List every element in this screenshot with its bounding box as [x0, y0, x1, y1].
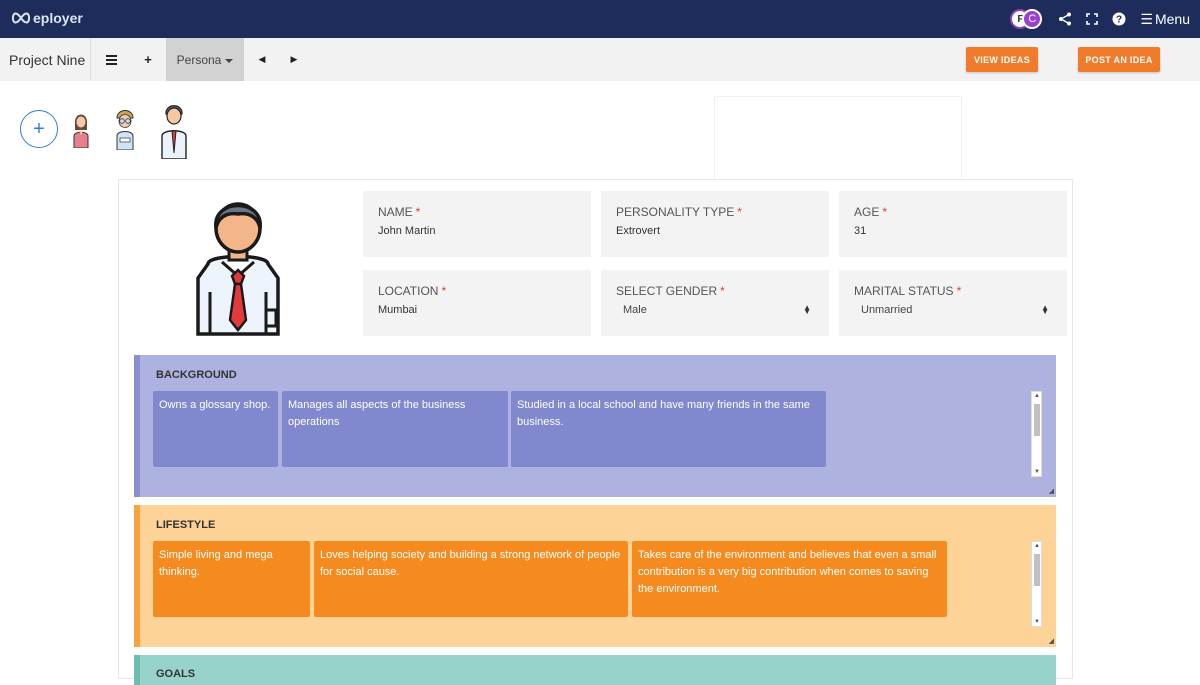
marital-status-label: MARITAL STATUS * — [854, 284, 961, 298]
view-ideas-button[interactable]: VIEW IDEAS — [966, 47, 1038, 72]
scroll-up-icon[interactable]: ▲ — [1034, 393, 1040, 399]
toolbar: Project Nine + Persona ◀ ▶ VIEW IDEAS PO… — [0, 38, 1200, 81]
project-title: Project Nine — [0, 38, 91, 81]
age-label: AGE * — [854, 205, 887, 219]
infinity-icon — [11, 12, 31, 24]
required-mark: * — [737, 205, 742, 219]
menu-button[interactable]: ☰ Menu — [1140, 11, 1190, 28]
persona-label: Persona — [176, 52, 222, 67]
background-scrollbar[interactable]: ▲ ▼ — [1031, 391, 1042, 477]
persona-dropdown[interactable]: Persona — [166, 38, 244, 81]
background-note[interactable]: Owns a glossary shop. — [153, 391, 278, 467]
personality-type-label: PERSONALITY TYPE * — [616, 205, 742, 219]
scroll-thumb[interactable] — [1034, 554, 1040, 586]
help-icon[interactable]: ? — [1112, 12, 1126, 26]
app-bar: eployer F C ? ☰ Menu — [0, 0, 1200, 38]
lifestyle-section: LIFESTYLE Simple living and mega thinkin… — [134, 505, 1056, 647]
hamburger-icon: ☰ — [1140, 10, 1153, 27]
appbar-actions: F C ? ☰ Menu — [1010, 0, 1190, 38]
lifestyle-scrollbar[interactable]: ▲ ▼ — [1031, 541, 1042, 627]
personality-type-label-text: PERSONALITY TYPE — [616, 205, 735, 219]
select-arrows-icon: ▲ ▼ — [803, 303, 811, 316]
logo-text: eployer — [33, 10, 83, 26]
previous-icon[interactable]: ◀ — [246, 38, 278, 81]
name-label-text: NAME — [378, 205, 413, 219]
list-icon[interactable] — [93, 38, 129, 81]
background-note[interactable]: Manages all aspects of the business oper… — [282, 391, 508, 467]
post-idea-button[interactable]: POST AN IDEA — [1078, 47, 1160, 72]
resize-handle-icon[interactable]: ◢ — [1049, 487, 1054, 495]
deployer-logo[interactable]: eployer — [10, 10, 83, 26]
collaborator-avatar-2[interactable]: C — [1022, 9, 1043, 29]
name-label: NAME * — [378, 205, 420, 219]
name-value[interactable]: John Martin — [378, 225, 435, 237]
persona-thumb-glasses[interactable] — [114, 108, 136, 155]
location-value[interactable]: Mumbai — [378, 304, 417, 316]
svg-text:?: ? — [1116, 15, 1122, 26]
age-field[interactable]: AGE * 31 — [839, 191, 1067, 257]
gender-select[interactable]: SELECT GENDER * Male ▲ ▼ — [601, 270, 829, 336]
persona-thumb-female[interactable] — [72, 110, 90, 153]
personality-type-field[interactable]: PERSONALITY TYPE * Extrovert — [601, 191, 829, 257]
required-mark: * — [956, 284, 962, 298]
required-mark: * — [882, 205, 888, 219]
scroll-thumb[interactable] — [1034, 404, 1040, 436]
collaborator-avatars[interactable]: F C — [1010, 8, 1044, 30]
lifestyle-note[interactable]: Loves helping society and building a str… — [314, 541, 628, 617]
location-label-text: LOCATION — [378, 284, 439, 298]
required-mark: * — [415, 205, 421, 219]
personality-type-value[interactable]: Extrovert — [616, 225, 660, 237]
scroll-up-icon[interactable]: ▲ — [1034, 543, 1040, 549]
next-icon[interactable]: ▶ — [278, 38, 310, 81]
lifestyle-note[interactable]: Takes care of the environment and believ… — [632, 541, 947, 617]
share-icon[interactable] — [1058, 12, 1072, 26]
add-persona-button[interactable]: + — [20, 110, 58, 148]
lifestyle-note[interactable]: Simple living and mega thinking. — [153, 541, 310, 617]
add-icon[interactable]: + — [130, 38, 166, 81]
menu-label: Menu — [1154, 11, 1190, 27]
persona-thumb-male[interactable] — [160, 101, 188, 164]
goals-title: GOALS — [156, 668, 196, 680]
resize-handle-icon[interactable]: ◢ — [1049, 637, 1054, 645]
background-title: BACKGROUND — [156, 369, 237, 381]
caret-down-icon — [225, 58, 234, 63]
location-label: LOCATION * — [378, 284, 446, 298]
gender-label: SELECT GENDER * — [616, 284, 725, 298]
marital-status-label-text: MARITAL STATUS — [854, 284, 954, 298]
location-field[interactable]: LOCATION * Mumbai — [363, 270, 591, 336]
required-mark: * — [720, 284, 725, 298]
scroll-down-icon[interactable]: ▼ — [1034, 619, 1040, 625]
gender-label-text: SELECT GENDER — [616, 284, 718, 298]
age-value[interactable]: 31 — [854, 225, 866, 237]
scroll-down-icon[interactable]: ▼ — [1034, 469, 1040, 475]
background-section: BACKGROUND Owns a glossary shop. Manages… — [134, 355, 1056, 497]
marital-status-value[interactable]: Unmarried — [861, 304, 912, 316]
goals-section: GOALS — [134, 655, 1056, 685]
age-label-text: AGE — [854, 205, 880, 219]
persona-avatar — [192, 192, 284, 341]
lifestyle-title: LIFESTYLE — [156, 519, 216, 531]
fullscreen-icon[interactable] — [1086, 13, 1099, 25]
select-arrows-icon: ▲ ▼ — [1041, 303, 1049, 316]
marital-status-select[interactable]: MARITAL STATUS * Unmarried ▲ ▼ — [839, 270, 1067, 336]
required-mark: * — [441, 284, 447, 298]
gender-value[interactable]: Male — [623, 304, 647, 316]
background-note[interactable]: Studied in a local school and have many … — [511, 391, 826, 467]
name-field[interactable]: NAME * John Martin — [363, 191, 591, 257]
